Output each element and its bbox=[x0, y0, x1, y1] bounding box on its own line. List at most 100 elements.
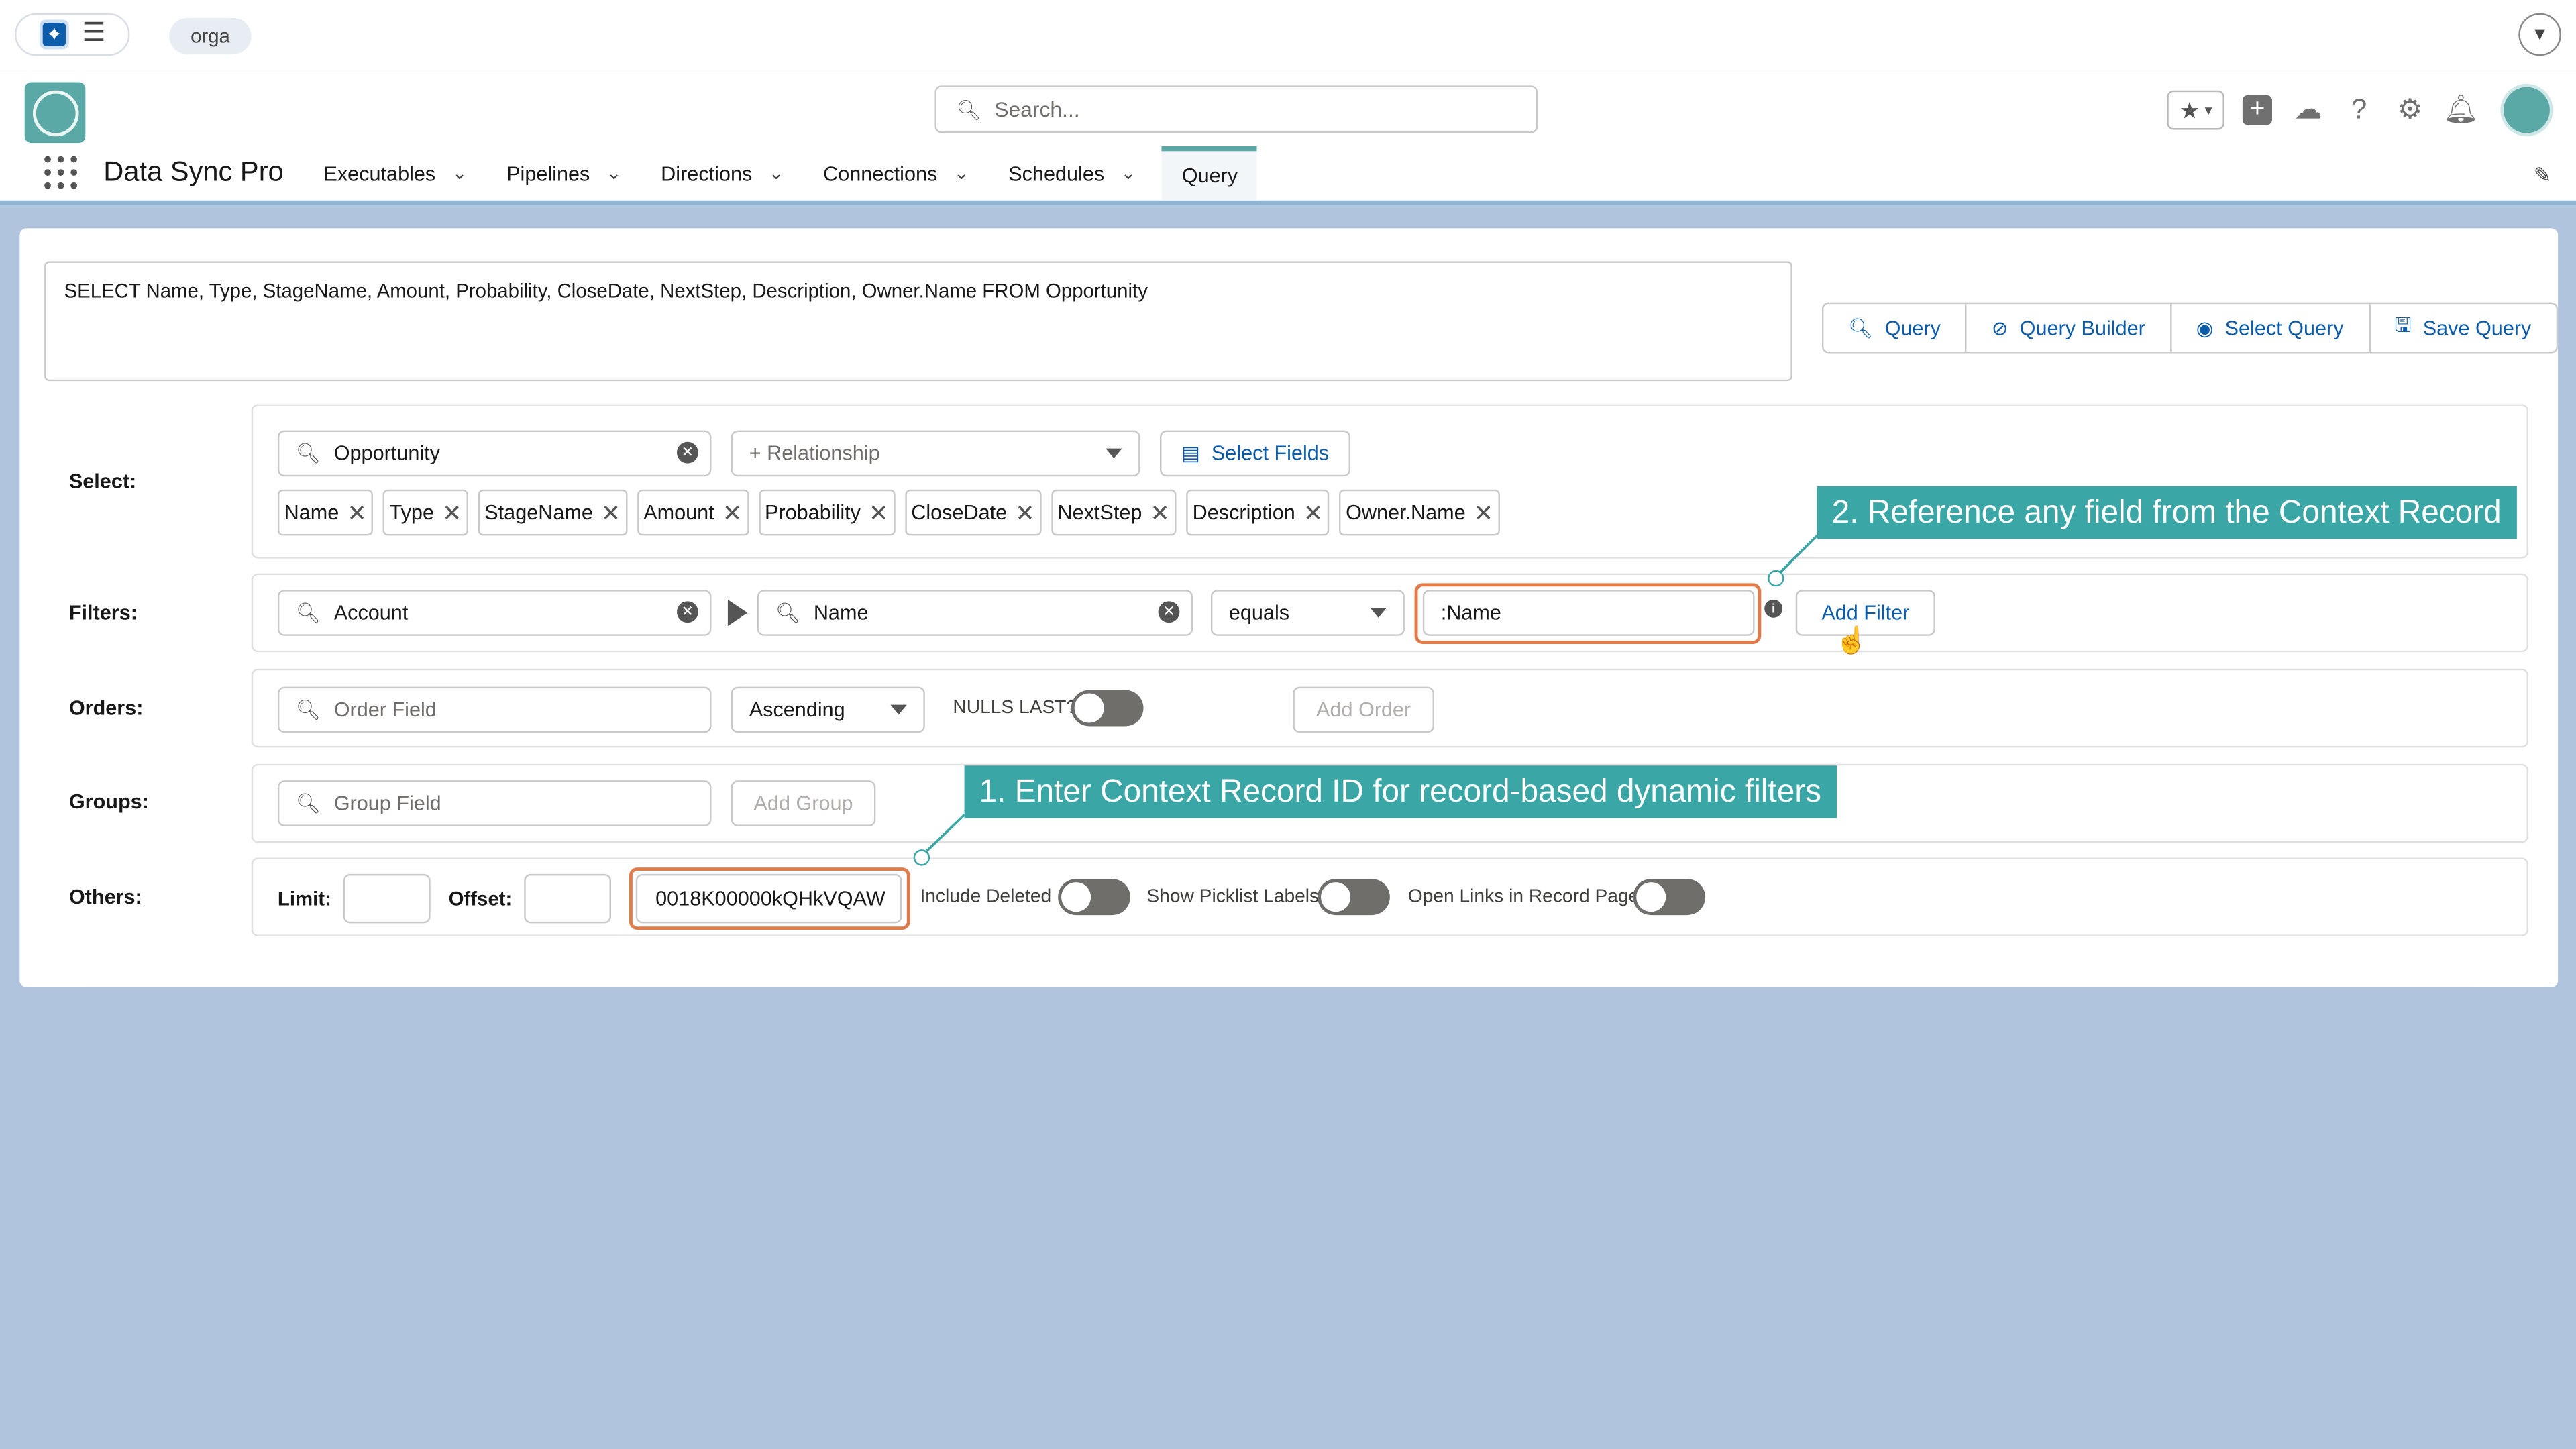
edit-nav-icon[interactable]: ✎ bbox=[2534, 162, 2552, 189]
chevron-down-icon[interactable]: ⌄ bbox=[769, 162, 784, 184]
button-label: Query Builder bbox=[2019, 316, 2145, 339]
chevron-down-icon[interactable]: ⌄ bbox=[1121, 162, 1136, 184]
hand-cursor-icon: ☝ bbox=[1835, 627, 1868, 656]
search-icon: 🔍︎ bbox=[775, 601, 801, 625]
tab-query[interactable]: Query bbox=[1162, 146, 1258, 201]
operator-select[interactable]: equals bbox=[1210, 590, 1405, 636]
clear-icon[interactable]: ✕ bbox=[676, 601, 698, 623]
help-button[interactable]: ? bbox=[2341, 91, 2377, 130]
setup-button[interactable]: ⚙ bbox=[2392, 91, 2428, 130]
remove-icon[interactable]: ✕ bbox=[1150, 498, 1170, 527]
filter-object-input[interactable]: 🔍︎ Account ✕ bbox=[277, 590, 712, 636]
add-group-button[interactable]: Add Group bbox=[731, 780, 876, 826]
logo-icon bbox=[32, 89, 78, 136]
filter-value-input[interactable]: :Name bbox=[1422, 590, 1755, 636]
callout-anchor-dot bbox=[1768, 570, 1784, 587]
global-header: 🔍︎ Search... ★ ▾ + ☁ ? ⚙ 🔔︎ Data Sync Pro… bbox=[0, 70, 2576, 206]
chevron-down-icon[interactable]: ⌄ bbox=[452, 162, 468, 184]
search-icon: 🔍︎ bbox=[295, 698, 321, 722]
chevron-down-icon[interactable]: ▼ bbox=[2518, 13, 2561, 56]
select-fields-button[interactable]: ▤ Select Fields bbox=[1159, 430, 1351, 477]
remove-icon[interactable]: ✕ bbox=[442, 498, 462, 527]
tab-label: Schedules bbox=[1008, 162, 1105, 185]
pill-label: Type bbox=[389, 500, 434, 525]
avatar[interactable] bbox=[2500, 83, 2553, 137]
pill-label: NextStep bbox=[1057, 500, 1142, 525]
order-field-input[interactable]: 🔍︎ Order Field bbox=[277, 686, 712, 733]
hide-icon: ⊘ bbox=[1991, 316, 2008, 339]
nulls-last-toggle[interactable] bbox=[1071, 690, 1144, 727]
group-field-input[interactable]: 🔍︎ Group Field bbox=[277, 780, 712, 826]
global-actions-button[interactable]: + bbox=[2239, 91, 2275, 130]
cloud-icon: ☁ bbox=[2294, 93, 2322, 125]
tab-label: Pipelines bbox=[506, 162, 590, 185]
waffle-icon[interactable] bbox=[44, 156, 78, 189]
order-direction-select[interactable]: Ascending bbox=[731, 686, 925, 733]
selected-fields: Name ✕ Type ✕ StageName ✕ Amount ✕ Probabili… bbox=[277, 489, 1500, 536]
context-record-id-input[interactable]: 0018K00000kQHkVQAW bbox=[635, 873, 902, 924]
chevron-down-icon[interactable]: ⌄ bbox=[606, 162, 622, 184]
remove-icon[interactable]: ✕ bbox=[722, 498, 742, 527]
save-icon: 🖫 bbox=[2394, 313, 2412, 337]
field-pill: Type ✕ bbox=[382, 489, 468, 536]
limit-input[interactable] bbox=[343, 873, 431, 924]
field-pill: Amount ✕ bbox=[637, 489, 749, 536]
pill-label: Amount bbox=[643, 500, 714, 525]
radio-icon: ◉ bbox=[2196, 316, 2214, 339]
tab-executables[interactable]: Executables ⌄ bbox=[311, 146, 480, 201]
include-deleted-toggle[interactable] bbox=[1058, 879, 1130, 916]
remove-icon[interactable]: ✕ bbox=[601, 498, 621, 527]
app-nav: Data Sync Pro Executables ⌄ Pipelines ⌄ Di… bbox=[0, 146, 2576, 201]
relationship-select[interactable]: + Relationship bbox=[731, 430, 1140, 477]
others-label: Others: bbox=[68, 885, 142, 909]
select-query-button[interactable]: ◉ Select Query bbox=[2171, 304, 2370, 352]
bell-icon: 🔔︎ bbox=[2443, 93, 2479, 125]
org-badge[interactable]: orga bbox=[169, 17, 252, 54]
caret-down-icon bbox=[1106, 448, 1122, 459]
order-field-placeholder: Order Field bbox=[333, 698, 437, 722]
offset-input[interactable] bbox=[524, 873, 612, 924]
tab-pipelines[interactable]: Pipelines ⌄ bbox=[494, 146, 635, 201]
select-label: Select: bbox=[68, 470, 137, 493]
tab-label: Directions bbox=[661, 162, 753, 185]
query-builder-button[interactable]: ⊘ Query Builder bbox=[1967, 304, 2172, 352]
remove-icon[interactable]: ✕ bbox=[1474, 498, 1493, 527]
query-button-group: 🔍︎ Query ⊘ Query Builder ◉ Select Query 🖫 Sa… bbox=[1821, 302, 2558, 354]
nav-tabs: Executables ⌄ Pipelines ⌄ Directions ⌄ Conn… bbox=[311, 146, 1271, 201]
pill-label: Probability bbox=[765, 500, 861, 525]
favorites-button[interactable]: ★ ▾ bbox=[2167, 90, 2224, 130]
remove-icon[interactable]: ✕ bbox=[869, 498, 888, 527]
search-icon: 🔍︎ bbox=[295, 441, 321, 466]
tab-connections[interactable]: Connections ⌄ bbox=[810, 146, 982, 201]
filter-field-input[interactable]: 🔍︎ Name ✕ bbox=[757, 590, 1193, 636]
app-logo bbox=[24, 82, 86, 144]
object-input[interactable]: 🔍︎ Opportunity ✕ bbox=[277, 430, 712, 477]
picklist-labels-toggle[interactable] bbox=[1318, 879, 1390, 916]
field-pill: Probability ✕ bbox=[758, 489, 895, 536]
remove-icon[interactable]: ✕ bbox=[1015, 498, 1034, 527]
expand-arrow-icon[interactable] bbox=[727, 599, 748, 627]
limit-label: Limit: bbox=[277, 887, 331, 910]
global-search-input[interactable]: 🔍︎ Search... bbox=[934, 85, 1538, 133]
save-query-button[interactable]: 🖫 Save Query bbox=[2370, 304, 2556, 352]
info-icon[interactable]: i bbox=[1764, 599, 1783, 618]
clear-icon[interactable]: ✕ bbox=[676, 441, 698, 464]
trailhead-button[interactable]: ☁ bbox=[2290, 91, 2326, 130]
notifications-button[interactable]: 🔔︎ bbox=[2443, 91, 2479, 130]
chevron-down-icon[interactable]: ⌄ bbox=[954, 162, 969, 184]
app-launcher-button[interactable]: ✦ ☰ bbox=[15, 13, 130, 56]
remove-icon[interactable]: ✕ bbox=[347, 498, 367, 527]
clear-icon[interactable]: ✕ bbox=[1158, 601, 1180, 623]
tab-schedules[interactable]: Schedules ⌄ bbox=[996, 146, 1149, 201]
filters-row: 🔍︎ Account ✕ 🔍︎ Name ✕ equals :Name i Ad… bbox=[251, 573, 2529, 655]
remove-icon[interactable]: ✕ bbox=[1303, 498, 1323, 527]
query-button[interactable]: 🔍︎ Query bbox=[1823, 304, 1968, 352]
pill-label: Description bbox=[1192, 500, 1295, 525]
tab-directions[interactable]: Directions ⌄ bbox=[648, 146, 797, 201]
open-links-toggle[interactable] bbox=[1633, 879, 1706, 916]
callout-context-record: 1. Enter Context Record ID for record-ba… bbox=[964, 765, 1837, 818]
caret-down-icon: ▾ bbox=[2204, 101, 2212, 118]
add-order-button[interactable]: Add Order bbox=[1293, 686, 1434, 733]
soql-textarea[interactable]: SELECT Name, Type, StageName, Amount, Pr… bbox=[44, 261, 1792, 382]
orders-label: Orders: bbox=[68, 696, 144, 720]
